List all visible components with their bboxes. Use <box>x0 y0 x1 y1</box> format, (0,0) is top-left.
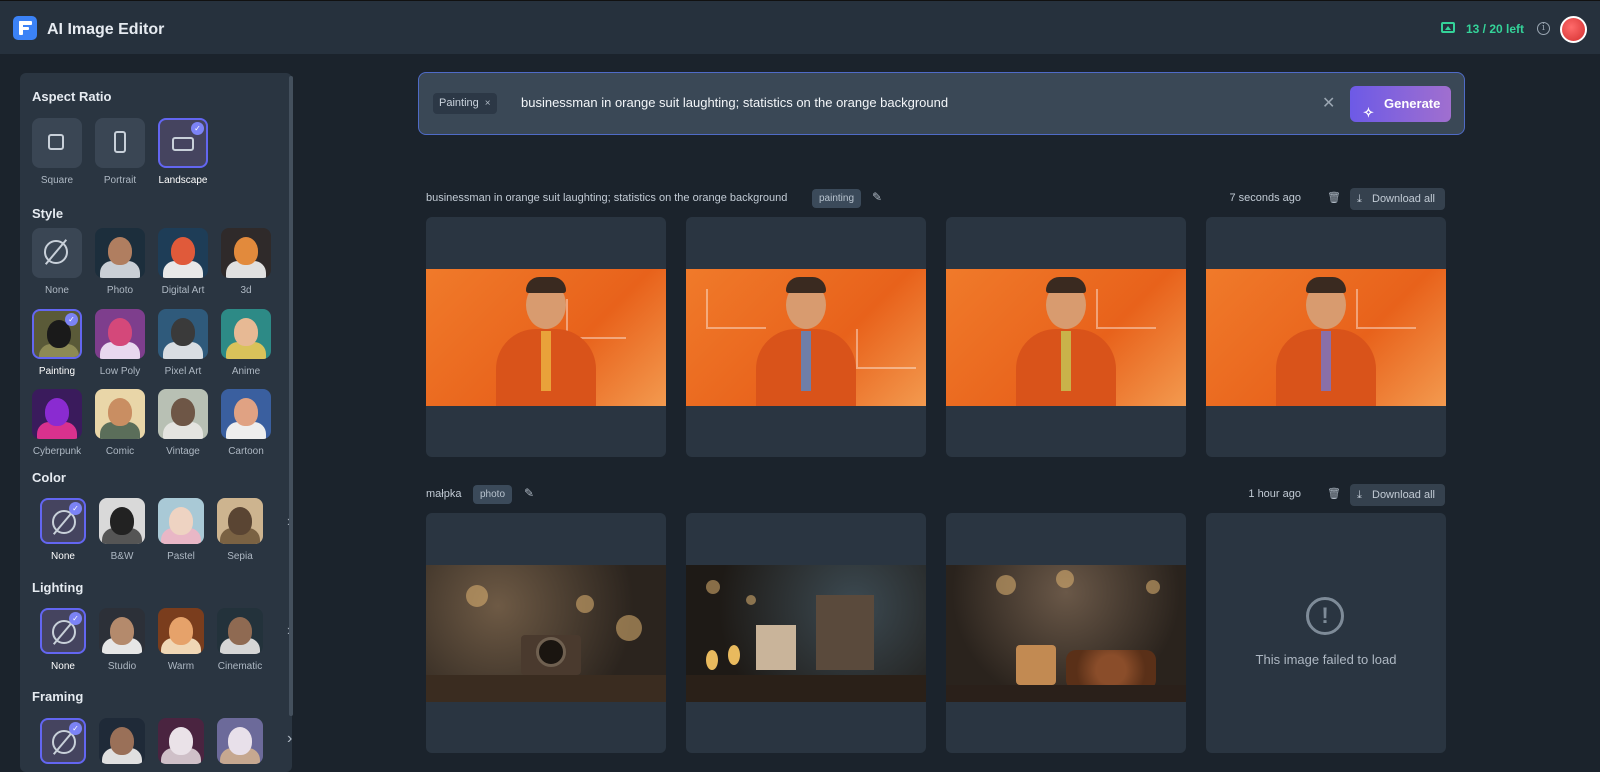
portrait-icon <box>114 131 126 153</box>
color-sepia-option[interactable]: Sepia <box>214 498 266 562</box>
check-icon: ✓ <box>65 313 78 326</box>
framing-next-chevron-icon[interactable]: › <box>287 730 292 748</box>
user-avatar[interactable] <box>1560 16 1587 43</box>
generated-image[interactable] <box>686 565 926 702</box>
aspect-ratio-title: Aspect Ratio <box>32 89 112 104</box>
style-chip-label: Painting <box>439 97 479 109</box>
style-chip[interactable]: Painting × <box>433 93 497 114</box>
check-icon: ✓ <box>69 502 82 515</box>
framing-title: Framing <box>32 689 84 704</box>
group-prompt: businessman in orange suit laughting; st… <box>426 192 788 204</box>
style-pixel-art-option[interactable]: Pixel Art <box>157 309 209 377</box>
image-card[interactable] <box>1206 217 1446 457</box>
result-group-header: małpka photo ✎ 1 hour ago 🗑 ⤓ Download al… <box>426 484 1446 506</box>
color-bw-option[interactable]: B&W <box>96 498 148 562</box>
lighting-none-option[interactable]: ✓ None <box>37 608 89 672</box>
check-icon: ✓ <box>191 122 204 135</box>
style-photo-option[interactable]: Photo <box>94 228 146 296</box>
generated-image[interactable] <box>426 565 666 702</box>
lighting-studio-option[interactable]: Studio <box>96 608 148 672</box>
style-vintage-option[interactable]: Vintage <box>157 389 209 457</box>
image-card[interactable] <box>426 513 666 753</box>
none-icon <box>44 240 68 264</box>
trash-icon[interactable]: 🗑 <box>1327 191 1341 204</box>
image-card[interactable] <box>946 513 1186 753</box>
style-painting-option[interactable]: ✓ Painting <box>31 309 83 377</box>
aspect-landscape-option[interactable]: ✓ Landscape <box>157 118 209 186</box>
style-low-poly-option[interactable]: Low Poly <box>94 309 146 377</box>
download-icon: ⤓ <box>1357 193 1362 205</box>
image-card[interactable] <box>946 217 1186 457</box>
style-none-option[interactable]: None <box>31 228 83 296</box>
edit-pencil-icon[interactable]: ✎ <box>872 190 882 204</box>
prompt-bar: Painting × businessman in orange suit lau… <box>418 72 1465 135</box>
group-style-tag: painting <box>812 189 862 208</box>
style-digital-art-option[interactable]: Digital Art <box>157 228 209 296</box>
alert-icon: ! <box>1306 597 1344 635</box>
framing-option-3[interactable] <box>155 718 207 764</box>
result-group-header: businessman in orange suit laughting; st… <box>426 188 1446 210</box>
generate-button[interactable]: ✧ Generate <box>1350 86 1451 122</box>
download-all-button[interactable]: ⤓ Download all <box>1350 188 1445 210</box>
edit-pencil-icon[interactable]: ✎ <box>524 486 534 500</box>
image-card[interactable] <box>426 217 666 457</box>
lighting-cinematic-option[interactable]: Cinematic <box>214 608 266 672</box>
magic-wand-icon: ✧ <box>1363 105 1374 120</box>
style-3d-option[interactable]: 3d <box>220 228 272 296</box>
check-icon: ✓ <box>69 612 82 625</box>
color-title: Color <box>32 470 66 485</box>
clear-prompt-icon[interactable]: ✕ <box>1322 93 1335 113</box>
lighting-warm-option[interactable]: Warm <box>155 608 207 672</box>
group-prompt: małpka <box>426 488 462 500</box>
generated-image[interactable] <box>946 565 1186 702</box>
framing-option-2[interactable] <box>96 718 148 764</box>
info-icon[interactable]: i <box>1537 22 1550 35</box>
app-title: AI Image Editor <box>47 21 165 38</box>
aspect-square-option[interactable]: Square <box>31 118 83 186</box>
download-icon: ⤓ <box>1357 489 1362 501</box>
square-icon <box>48 134 64 150</box>
generated-image[interactable] <box>686 269 926 406</box>
color-pastel-option[interactable]: Pastel <box>155 498 207 562</box>
prompt-input[interactable]: businessman in orange suit laughting; st… <box>521 95 948 110</box>
landscape-icon <box>172 137 194 151</box>
group-timestamp: 7 seconds ago <box>1229 192 1301 204</box>
framing-option-4[interactable] <box>214 718 266 764</box>
image-card[interactable] <box>686 217 926 457</box>
options-sidebar: Aspect Ratio Square Portrait ✓ Landscape… <box>20 73 292 772</box>
failed-message: This image failed to load <box>1255 652 1397 667</box>
top-bar: AI Image Editor 13 / 20 left i <box>0 0 1600 54</box>
image-card[interactable] <box>686 513 926 753</box>
lighting-title: Lighting <box>32 580 84 595</box>
style-cyberpunk-option[interactable]: Cyberpunk <box>31 389 83 457</box>
color-none-option[interactable]: ✓ None <box>37 498 89 562</box>
group-style-tag: photo <box>473 485 513 504</box>
image-card-failed: ! This image failed to load <box>1206 513 1446 753</box>
check-icon: ✓ <box>69 722 82 735</box>
generated-image[interactable] <box>426 269 666 406</box>
group-timestamp: 1 hour ago <box>1248 488 1301 500</box>
chip-remove-icon[interactable]: × <box>485 98 491 109</box>
download-all-button[interactable]: ⤓ Download all <box>1350 484 1445 506</box>
trash-icon[interactable]: 🗑 <box>1327 487 1341 500</box>
aspect-portrait-option[interactable]: Portrait <box>94 118 146 186</box>
credits-remaining: 13 / 20 left <box>1466 22 1525 36</box>
style-comic-option[interactable]: Comic <box>94 389 146 457</box>
app-logo-icon[interactable] <box>13 16 37 40</box>
style-title: Style <box>32 206 64 221</box>
sidebar-scrollbar[interactable] <box>289 76 293 716</box>
generated-image[interactable] <box>946 269 1186 406</box>
framing-none-option[interactable]: ✓ <box>37 718 89 764</box>
generated-image[interactable] <box>1206 269 1446 406</box>
style-cartoon-option[interactable]: Cartoon <box>220 389 272 457</box>
image-credits-icon <box>1441 22 1455 33</box>
style-anime-option[interactable]: Anime <box>220 309 272 377</box>
